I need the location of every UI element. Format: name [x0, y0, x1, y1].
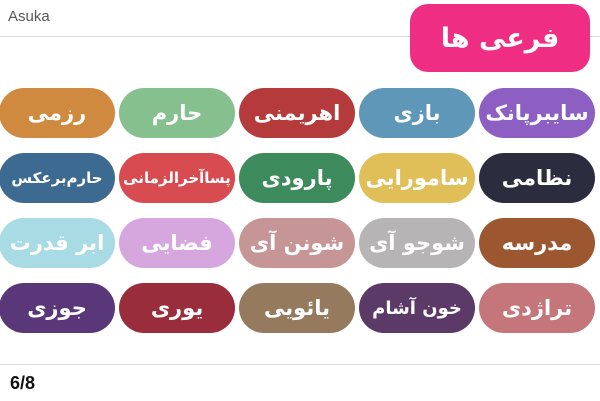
genre-tile-space[interactable]: فضایی	[119, 218, 235, 268]
genre-tile-yuri[interactable]: یوری	[119, 283, 235, 333]
genre-grid: سایبرپانک بازی اهریمنی حارم رزمی نظامی س…	[0, 88, 595, 333]
genre-tile-yaoi[interactable]: یائویی	[239, 283, 355, 333]
category-header-badge: فرعی ها	[410, 4, 590, 72]
genre-tile-demons[interactable]: اهریمنی	[239, 88, 355, 138]
genre-tile-post-apocalyptic[interactable]: پساآخرالزمانی	[119, 153, 235, 203]
page-indicator: 6/8	[10, 373, 36, 393]
genre-tile-military[interactable]: نظامی	[479, 153, 595, 203]
genre-tile-shounen-ai[interactable]: شونن آی	[239, 218, 355, 268]
genre-tile-vampire[interactable]: خون آشام	[359, 283, 475, 333]
genre-tile-school[interactable]: مدرسه	[479, 218, 595, 268]
genre-tile-josei[interactable]: جوزی	[0, 283, 115, 333]
genre-tile-tragedy[interactable]: تراژدی	[479, 283, 595, 333]
genre-tile-game[interactable]: بازی	[359, 88, 475, 138]
genre-tile-harem[interactable]: حارم	[119, 88, 235, 138]
genre-tile-parody[interactable]: پارودی	[239, 153, 355, 203]
genre-tile-cyberpunk[interactable]: سایبرپانک	[479, 88, 595, 138]
genre-tile-super-power[interactable]: ابر قدرت	[0, 218, 115, 268]
app-title: Asuka	[8, 8, 50, 25]
genre-tile-samurai[interactable]: سامورایی	[359, 153, 475, 203]
genre-tile-martial-arts[interactable]: رزمی	[0, 88, 115, 138]
genre-tile-shoujo-ai[interactable]: شوجو آی	[359, 218, 475, 268]
genre-tile-reverse-harem[interactable]: حارم‌برعکس	[0, 153, 115, 203]
bottom-bar: 6/8	[0, 364, 600, 401]
